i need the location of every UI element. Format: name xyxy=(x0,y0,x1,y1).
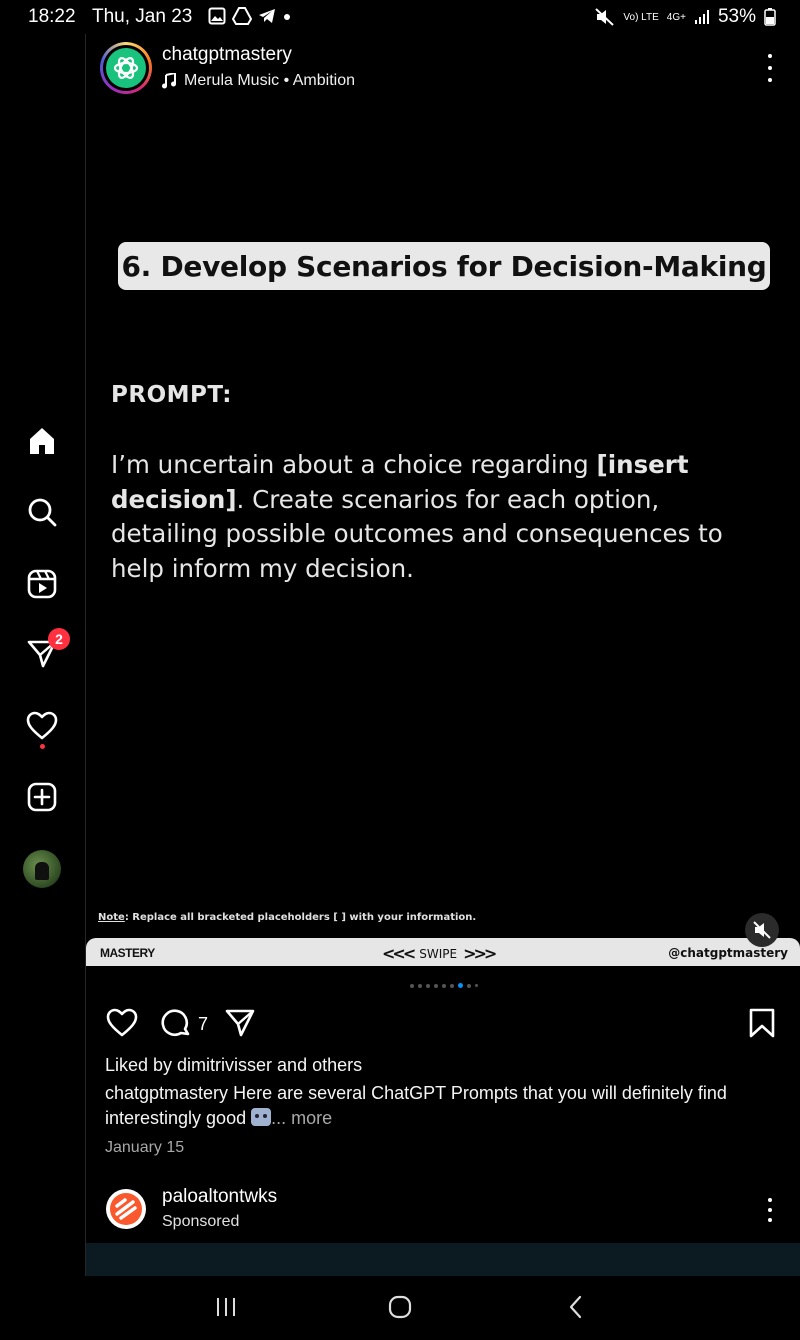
sidebar-item-search[interactable] xyxy=(22,492,62,532)
system-nav-bar xyxy=(0,1276,800,1340)
heart-icon xyxy=(106,1008,138,1037)
drive-icon xyxy=(232,7,252,25)
status-date: Thu, Jan 23 xyxy=(92,6,193,27)
carousel-dot xyxy=(434,983,438,988)
gallery-icon xyxy=(208,7,226,25)
post-date: January 15 xyxy=(105,1139,185,1156)
back-button[interactable] xyxy=(563,1294,589,1325)
carousel-indicator xyxy=(410,983,478,988)
prompt-text: I’m uncertain about a choice regarding [… xyxy=(111,450,723,583)
music-label: Merula Music • Ambition xyxy=(184,72,355,89)
music-note-icon xyxy=(162,73,176,89)
sidebar-item-notifications[interactable] xyxy=(22,706,62,749)
carousel-dot xyxy=(442,983,446,988)
status-right: Vo) LTE 4G+ 53% xyxy=(595,6,776,28)
sidebar-item-messages[interactable]: 2 xyxy=(22,628,70,674)
messages-badge: 2 xyxy=(48,628,70,650)
prompt-label: PROMPT: xyxy=(111,382,232,408)
likes-text[interactable]: Liked by dimitrivisser and others xyxy=(105,1055,362,1076)
home-icon xyxy=(30,428,54,454)
comment-button[interactable] xyxy=(160,1008,192,1045)
sidebar-item-create[interactable] xyxy=(22,777,62,817)
post-music[interactable]: Merula Music • Ambition xyxy=(162,72,355,90)
sidebar-item-profile[interactable] xyxy=(22,849,62,889)
status-bar: 18:22 Thu, Jan 23 Vo) LTE 4G+ 53% xyxy=(0,0,800,34)
carousel-dot xyxy=(458,983,463,988)
footer-brand: MASTERY xyxy=(100,946,155,960)
home-circle-icon xyxy=(388,1295,412,1319)
back-chevron-icon xyxy=(569,1295,582,1319)
caption-more-link[interactable]: ... more xyxy=(271,1108,332,1128)
volte-label: Vo) LTE xyxy=(623,11,659,23)
footer-swipe: <<< SWIPE >>> xyxy=(382,944,497,963)
like-button[interactable] xyxy=(106,1008,138,1043)
notification-icons xyxy=(208,7,292,25)
post-media[interactable]: 6. Develop Scenarios for Decision-Making… xyxy=(86,102,800,966)
speaker-muted-icon xyxy=(753,921,771,939)
post-username[interactable]: chatgptmastery xyxy=(162,44,292,66)
share-icon xyxy=(225,1009,255,1037)
post-avatar[interactable] xyxy=(100,42,152,94)
search-icon xyxy=(28,498,57,527)
post-header: chatgptmastery Merula Music • Ambition xyxy=(86,34,800,102)
chatgpt-logo-icon xyxy=(113,57,139,79)
home-button[interactable] xyxy=(387,1294,413,1325)
share-button[interactable] xyxy=(224,1008,256,1043)
battery-icon xyxy=(764,8,776,26)
slide-note: Note: Replace all bracketed placeholders… xyxy=(98,912,477,923)
footer-handle: @chatgptmastery xyxy=(668,946,788,960)
recent-apps-button[interactable] xyxy=(213,1294,239,1325)
post-actions: 7 xyxy=(86,1002,800,1046)
mute-status-icon xyxy=(595,8,615,26)
paloalto-logo-icon xyxy=(110,1193,142,1225)
sidebar-item-home[interactable] xyxy=(22,421,62,461)
signal-icon xyxy=(694,10,709,24)
slide-title: 6. Develop Scenarios for Decision-Making xyxy=(118,242,770,290)
notification-dot xyxy=(40,744,45,749)
carousel-dot xyxy=(418,983,422,988)
robot-emoji-icon xyxy=(251,1108,272,1126)
comment-count: 7 xyxy=(198,1014,209,1034)
carousel-dot xyxy=(475,984,478,987)
carousel-dot xyxy=(450,983,454,988)
caption-username[interactable]: chatgptmastery xyxy=(105,1083,228,1103)
sponsor-media[interactable] xyxy=(86,1243,800,1276)
bookmark-icon xyxy=(749,1008,775,1038)
mute-toggle-button[interactable] xyxy=(745,913,779,947)
avatar xyxy=(23,850,61,888)
sidebar: 2 xyxy=(0,34,86,1276)
sponsored-label: Sponsored xyxy=(162,1213,240,1230)
status-time: 18:22 xyxy=(28,6,76,27)
slide-footer: MASTERY <<< SWIPE >>> @chatgptmastery xyxy=(86,938,800,966)
heart-icon xyxy=(26,711,58,740)
plus-square-icon xyxy=(27,782,57,812)
post-caption: chatgptmastery Here are several ChatGPT … xyxy=(105,1081,765,1131)
carousel-dot xyxy=(467,983,471,988)
more-notifications-icon xyxy=(284,14,290,20)
carousel-dot xyxy=(426,983,430,988)
sponsor-options-button[interactable] xyxy=(766,1198,774,1222)
telegram-icon xyxy=(259,9,275,23)
sidebar-item-reels[interactable] xyxy=(22,564,62,604)
sponsor-avatar[interactable] xyxy=(106,1189,146,1229)
sponsor-username[interactable]: paloaltontwks xyxy=(162,1186,277,1208)
save-button[interactable] xyxy=(748,1008,776,1043)
recent-apps-icon xyxy=(217,1298,235,1316)
comment-icon xyxy=(161,1009,190,1037)
reels-icon xyxy=(27,569,57,599)
network-type: 4G+ xyxy=(666,11,686,23)
post-options-button[interactable] xyxy=(758,54,782,82)
carousel-dot xyxy=(410,983,414,988)
battery-percent: 53% xyxy=(717,6,756,27)
